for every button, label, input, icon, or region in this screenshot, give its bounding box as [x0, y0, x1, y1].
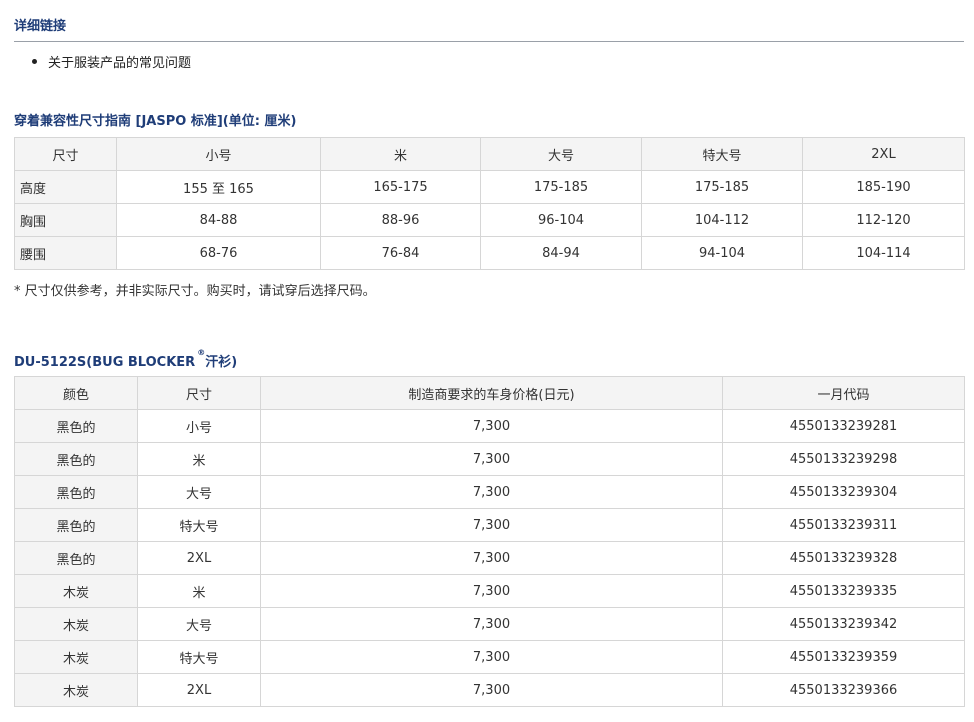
- size-row-label: 腰围: [14, 236, 117, 270]
- size-cell: 大号: [137, 475, 261, 509]
- price-cell: 7,300: [260, 673, 723, 707]
- color-cell: 木炭: [14, 574, 138, 608]
- size-header-cell: 大号: [480, 137, 642, 171]
- size-header-cell: 米: [320, 137, 481, 171]
- size-table-row: 高度 155 至 165 165-175 175-185 175-185 185…: [14, 170, 965, 204]
- color-cell: 黑色的: [14, 541, 138, 575]
- size-table-header-row: 尺寸 小号 米 大号 特大号 2XL: [14, 137, 965, 171]
- size-guide-table: 尺寸 小号 米 大号 特大号 2XL 高度 155 至 165 165-175 …: [14, 137, 965, 270]
- color-cell: 黑色的: [14, 475, 138, 509]
- size-cell: 88-96: [320, 203, 481, 237]
- size-cell: 175-185: [480, 170, 642, 204]
- size-table-row: 腰围 68-76 76-84 84-94 94-104 104-114: [14, 236, 965, 270]
- size-header-cell: 尺寸: [14, 137, 117, 171]
- size-cell: 175-185: [641, 170, 803, 204]
- section-divider: [14, 41, 964, 42]
- product-title-suffix: 汗衫): [205, 355, 238, 370]
- price-cell: 7,300: [260, 541, 723, 575]
- size-cell: 76-84: [320, 236, 481, 270]
- jan-code-cell: 4550133239311: [722, 508, 965, 542]
- product-header-cell: 一月代码: [722, 376, 965, 410]
- product-header-cell: 制造商要求的车身价格(日元): [260, 376, 723, 410]
- product-table-row: 木炭 2XL 7,300 4550133239366: [14, 673, 965, 707]
- size-row-label: 胸围: [14, 203, 117, 237]
- price-cell: 7,300: [260, 508, 723, 542]
- size-header-cell: 2XL: [802, 137, 965, 171]
- price-cell: 7,300: [260, 475, 723, 509]
- color-cell: 黑色的: [14, 409, 138, 443]
- price-cell: 7,300: [260, 409, 723, 443]
- product-table-row: 木炭 米 7,300 4550133239335: [14, 574, 965, 608]
- size-cell: 68-76: [116, 236, 321, 270]
- jan-code-cell: 4550133239366: [722, 673, 965, 707]
- color-cell: 木炭: [14, 607, 138, 641]
- jan-code-cell: 4550133239359: [722, 640, 965, 674]
- size-cell: 2XL: [137, 673, 261, 707]
- product-title: DU-5122S(BUG BLOCKER®汗衫): [14, 348, 237, 370]
- size-row-label: 高度: [14, 170, 117, 204]
- registered-mark: ®: [197, 348, 206, 357]
- size-guide-title: 穿着兼容性尺寸指南 [JASPO 标准](单位: 厘米): [14, 114, 297, 129]
- size-header-cell: 小号: [116, 137, 321, 171]
- size-cell: 84-88: [116, 203, 321, 237]
- size-cell: 165-175: [320, 170, 481, 204]
- jan-code-cell: 4550133239335: [722, 574, 965, 608]
- product-table-row: 木炭 大号 7,300 4550133239342: [14, 607, 965, 641]
- size-cell: 104-114: [802, 236, 965, 270]
- size-guide-note: * 尺寸仅供参考，并非实际尺寸。购买时，请试穿后选择尺码。: [14, 284, 376, 299]
- product-header-cell: 颜色: [14, 376, 138, 410]
- links-list-item: 关于服装产品的常见问题: [32, 52, 191, 71]
- product-table-row: 黑色的 大号 7,300 4550133239304: [14, 475, 965, 509]
- links-section-title: 详细链接: [14, 19, 67, 34]
- size-cell: 155 至 165: [116, 170, 321, 204]
- product-title-prefix: DU-5122S(BUG BLOCKER: [14, 355, 196, 370]
- size-cell: 特大号: [137, 508, 261, 542]
- size-cell: 小号: [137, 409, 261, 443]
- price-cell: 7,300: [260, 442, 723, 476]
- size-cell: 2XL: [137, 541, 261, 575]
- product-table-row: 木炭 特大号 7,300 4550133239359: [14, 640, 965, 674]
- size-header-cell: 特大号: [641, 137, 803, 171]
- size-cell: 104-112: [641, 203, 803, 237]
- color-cell: 黑色的: [14, 508, 138, 542]
- price-cell: 7,300: [260, 640, 723, 674]
- jan-code-cell: 4550133239298: [722, 442, 965, 476]
- color-cell: 黑色的: [14, 442, 138, 476]
- product-table: 颜色 尺寸 制造商要求的车身价格(日元) 一月代码 黑色的 小号 7,300 4…: [14, 376, 965, 707]
- size-cell: 米: [137, 442, 261, 476]
- page: 详细链接 关于服装产品的常见问题 穿着兼容性尺寸指南 [JASPO 标准](单位…: [0, 0, 974, 722]
- product-table-row: 黑色的 小号 7,300 4550133239281: [14, 409, 965, 443]
- size-cell: 96-104: [480, 203, 642, 237]
- price-cell: 7,300: [260, 607, 723, 641]
- jan-code-cell: 4550133239281: [722, 409, 965, 443]
- jan-code-cell: 4550133239342: [722, 607, 965, 641]
- size-cell: 112-120: [802, 203, 965, 237]
- size-cell: 185-190: [802, 170, 965, 204]
- product-table-row: 黑色的 特大号 7,300 4550133239311: [14, 508, 965, 542]
- jan-code-cell: 4550133239328: [722, 541, 965, 575]
- apparel-faq-link[interactable]: 关于服装产品的常见问题: [48, 56, 191, 71]
- color-cell: 木炭: [14, 640, 138, 674]
- size-cell: 84-94: [480, 236, 642, 270]
- size-cell: 米: [137, 574, 261, 608]
- product-header-cell: 尺寸: [137, 376, 261, 410]
- jan-code-cell: 4550133239304: [722, 475, 965, 509]
- product-table-header-row: 颜色 尺寸 制造商要求的车身价格(日元) 一月代码: [14, 376, 965, 410]
- size-cell: 特大号: [137, 640, 261, 674]
- size-table-row: 胸围 84-88 88-96 96-104 104-112 112-120: [14, 203, 965, 237]
- size-cell: 大号: [137, 607, 261, 641]
- links-list: 关于服装产品的常见问题: [32, 52, 191, 71]
- color-cell: 木炭: [14, 673, 138, 707]
- price-cell: 7,300: [260, 574, 723, 608]
- product-table-row: 黑色的 米 7,300 4550133239298: [14, 442, 965, 476]
- product-table-row: 黑色的 2XL 7,300 4550133239328: [14, 541, 965, 575]
- size-cell: 94-104: [641, 236, 803, 270]
